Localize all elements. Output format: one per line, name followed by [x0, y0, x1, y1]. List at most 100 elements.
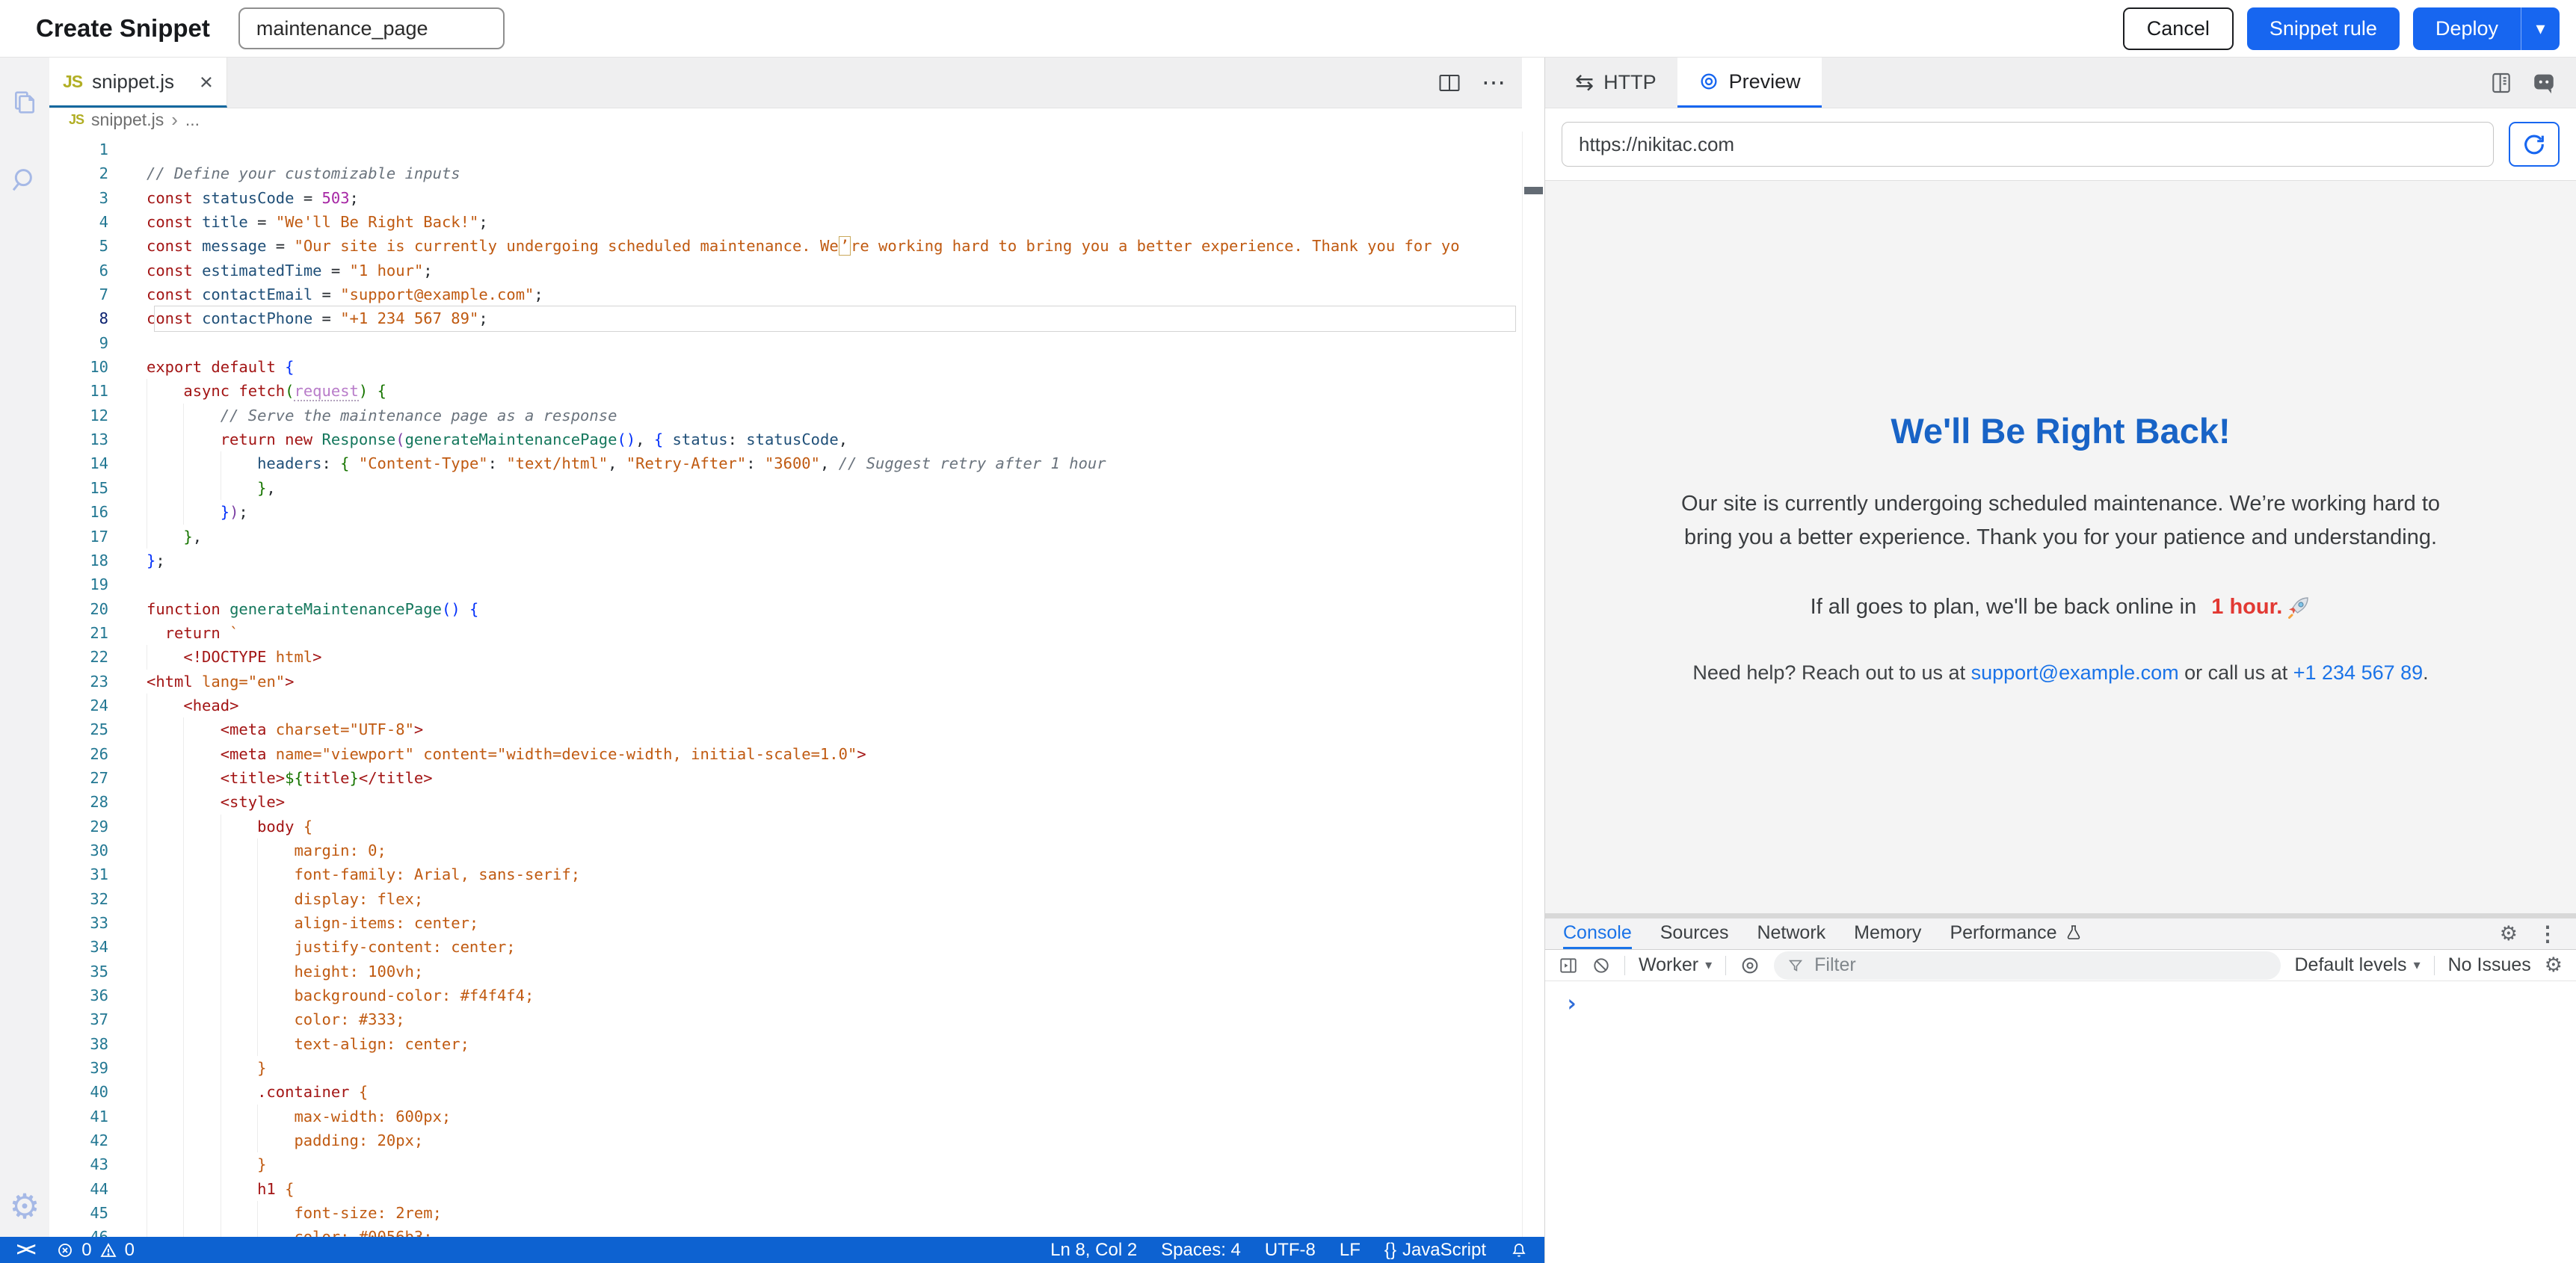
live-expression-eye-icon[interactable] [1740, 955, 1760, 976]
code-line[interactable]: 13return new Response(generateMaintenanc… [49, 427, 1522, 451]
deploy-dropdown-caret-icon[interactable]: ▾ [2521, 7, 2560, 50]
refresh-button[interactable] [2509, 122, 2560, 167]
tab-network[interactable]: Network [1757, 918, 1825, 949]
breadcrumb-ellipsis[interactable]: ... [185, 110, 200, 130]
execution-context-selector[interactable]: Worker ▾ [1639, 954, 1712, 976]
deploy-button[interactable]: Deploy ▾ [2413, 7, 2560, 50]
editor-scrollbar[interactable] [1522, 132, 1544, 1237]
code-line[interactable]: 12// Serve the maintenance page as a res… [49, 404, 1522, 427]
tab-preview[interactable]: Preview [1677, 58, 1822, 108]
console-prompt-chevron[interactable]: › [1565, 990, 1579, 1017]
devtools-settings-gear-icon[interactable]: ⚙ [2500, 924, 2518, 944]
remote-indicator-icon[interactable]: >< [16, 1239, 34, 1261]
snippet-name-input[interactable] [238, 7, 505, 49]
tab-sources[interactable]: Sources [1660, 918, 1729, 949]
code-line[interactable]: 18}; [49, 549, 1522, 572]
close-tab-icon[interactable]: × [200, 70, 213, 93]
code-line[interactable]: 23<html lang="en"> [49, 670, 1522, 694]
code-line[interactable]: 42padding: 20px; [49, 1128, 1522, 1152]
code-line[interactable]: 28<style> [49, 790, 1522, 814]
code-line[interactable]: 33align-items: center; [49, 911, 1522, 935]
docs-book-icon[interactable] [2489, 71, 2513, 95]
cancel-button[interactable]: Cancel [2123, 7, 2234, 50]
code-line[interactable]: 41max-width: 600px; [49, 1105, 1522, 1128]
code-line[interactable]: 19 [49, 572, 1522, 596]
code-line[interactable]: 24<head> [49, 694, 1522, 717]
code-line[interactable]: 40.container { [49, 1080, 1522, 1104]
eol-setting[interactable]: LF [1340, 1240, 1361, 1261]
line-number: 44 [49, 1177, 108, 1201]
code-line[interactable]: 39} [49, 1056, 1522, 1080]
code-line[interactable]: 35height: 100vh; [49, 960, 1522, 983]
code-line[interactable]: 38text-align: center; [49, 1032, 1522, 1056]
code-line[interactable]: 45font-size: 2rem; [49, 1201, 1522, 1225]
search-icon[interactable] [10, 165, 40, 195]
code-line[interactable]: 29body { [49, 815, 1522, 839]
issues-counter[interactable]: No Issues [2448, 954, 2531, 976]
cursor-position[interactable]: Ln 8, Col 2 [1050, 1240, 1137, 1261]
code-line[interactable]: 17}, [49, 525, 1522, 549]
code-line[interactable]: 8const contactPhone = "+1 234 567 89"; [49, 306, 1522, 330]
devtools-resize-handle[interactable] [1545, 913, 2576, 918]
code-line[interactable]: 16}); [49, 500, 1522, 524]
snippet-rule-button[interactable]: Snippet rule [2247, 7, 2400, 50]
log-levels-selector[interactable]: Default levels ▾ [2294, 954, 2420, 976]
tab-http[interactable]: ⇆ HTTP [1554, 58, 1677, 108]
code-line[interactable]: 3const statusCode = 503; [49, 186, 1522, 210]
breadcrumb[interactable]: JS snippet.js › ... [49, 108, 1522, 132]
code-line[interactable]: 46color: #0056b3; [49, 1225, 1522, 1237]
code-line[interactable]: 36background-color: #f4f4f4; [49, 983, 1522, 1007]
code-editor[interactable]: 12// Define your customizable inputs3con… [49, 132, 1522, 1237]
clear-console-icon[interactable] [1591, 956, 1611, 975]
code-line[interactable]: 7const contactEmail = "support@example.c… [49, 282, 1522, 306]
console-settings-gear-icon[interactable]: ⚙ [2545, 955, 2563, 975]
code-line[interactable]: 4const title = "We'll Be Right Back!"; [49, 210, 1522, 234]
language-mode[interactable]: {} JavaScript [1384, 1240, 1486, 1261]
filter-input[interactable] [1813, 954, 2267, 977]
phone-link[interactable]: +1 234 567 89 [2293, 661, 2423, 684]
console-sidebar-toggle-icon[interactable] [1559, 956, 1578, 975]
problems-indicator[interactable]: 0 0 [56, 1240, 135, 1261]
tab-performance[interactable]: Performance [1950, 918, 2082, 949]
code-line[interactable]: 26<meta name="viewport" content="width=d… [49, 742, 1522, 766]
code-line[interactable]: 6const estimatedTime = "1 hour"; [49, 259, 1522, 282]
code-line[interactable]: 25<meta charset="UTF-8"> [49, 717, 1522, 741]
encoding-setting[interactable]: UTF-8 [1265, 1240, 1316, 1261]
files-icon[interactable] [10, 87, 40, 117]
console-log-area[interactable]: › [1545, 981, 2576, 1263]
more-actions-icon[interactable]: ⋯ [1482, 78, 1507, 87]
code-line[interactable]: 22<!DOCTYPE html> [49, 645, 1522, 669]
code-line[interactable]: 30margin: 0; [49, 839, 1522, 862]
deploy-label[interactable]: Deploy [2413, 17, 2521, 40]
code-line[interactable]: 44h1 { [49, 1177, 1522, 1201]
split-editor-icon[interactable] [1438, 73, 1461, 93]
breadcrumb-file[interactable]: snippet.js [91, 110, 164, 130]
code-line[interactable]: 34justify-content: center; [49, 935, 1522, 959]
notifications-bell-icon[interactable] [1510, 1241, 1528, 1259]
code-line[interactable]: 1 [49, 138, 1522, 161]
preview-url-input[interactable] [1562, 122, 2494, 167]
console-filter[interactable] [1774, 951, 2281, 980]
code-line[interactable]: 5const message = "Our site is currently … [49, 234, 1522, 258]
code-line[interactable]: 31font-family: Arial, sans-serif; [49, 862, 1522, 886]
code-line[interactable]: 27<title>${title}</title> [49, 766, 1522, 790]
code-line[interactable]: 10export default { [49, 355, 1522, 379]
code-line[interactable]: 11async fetch(request) { [49, 379, 1522, 403]
code-line[interactable]: 14headers: { "Content-Type": "text/html"… [49, 451, 1522, 475]
tab-console[interactable]: Console [1563, 918, 1632, 949]
support-email-link[interactable]: support@example.com [1971, 661, 2179, 684]
indent-setting[interactable]: Spaces: 4 [1161, 1240, 1241, 1261]
code-line[interactable]: 32display: flex; [49, 887, 1522, 911]
code-line[interactable]: 9 [49, 331, 1522, 355]
code-line[interactable]: 21 return ` [49, 621, 1522, 645]
code-line[interactable]: 2// Define your customizable inputs [49, 161, 1522, 185]
tab-memory[interactable]: Memory [1854, 918, 1921, 949]
tab-snippet-js[interactable]: JS snippet.js × [49, 58, 227, 108]
code-line[interactable]: 37color: #333; [49, 1007, 1522, 1031]
code-line[interactable]: 20function generateMaintenancePage() { [49, 597, 1522, 621]
code-line[interactable]: 43} [49, 1152, 1522, 1176]
chat-feedback-icon[interactable] [2531, 70, 2557, 96]
devtools-kebab-menu-icon[interactable]: ⋮ [2537, 921, 2558, 946]
code-line[interactable]: 15}, [49, 476, 1522, 500]
settings-gear-icon[interactable]: ⚙ [9, 1189, 40, 1223]
